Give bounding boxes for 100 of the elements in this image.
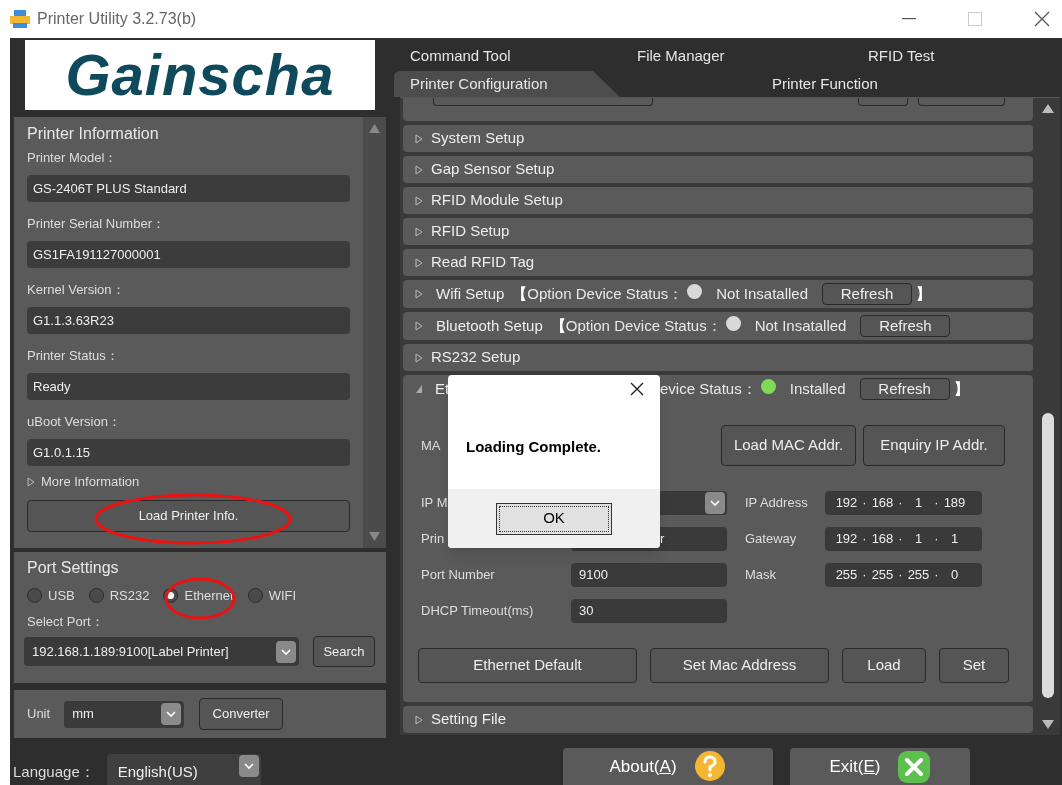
section-title: RS232 Setup (431, 347, 521, 368)
dropdown-chevron-icon[interactable] (161, 703, 182, 725)
port-radio[interactable]: RS232 (88, 586, 150, 606)
status-text: Not Insatalled (754, 315, 847, 336)
field-label: Gateway (745, 530, 798, 549)
field-label: Kernel Version： (27, 281, 126, 299)
section-row[interactable]: Read RFID Tag (403, 249, 1033, 276)
port-radio[interactable]: USB (27, 586, 75, 606)
unit-dropdown[interactable]: mm (64, 700, 185, 728)
more-information-toggle[interactable]: More Information (27, 472, 140, 492)
scroll-up-icon[interactable] (1042, 104, 1054, 113)
section-row[interactable]: Bluetooth Setup 【Option Device Status： Not Insatalled Refresh (403, 312, 1033, 340)
tab[interactable]: Command Tool (410, 46, 511, 64)
info-field: G1.0.1.15 (27, 439, 350, 466)
section-row[interactable]: Wifi Setup 【Option Device Status： Not Insatalled Refresh 】 (403, 280, 1033, 308)
info-field: GS1FA191127000001 (27, 241, 350, 268)
converter-button[interactable]: Converter (199, 698, 284, 730)
printer-icon (9, 9, 31, 29)
about-button[interactable]: About(A) (563, 748, 773, 785)
close-icon[interactable] (1034, 11, 1050, 27)
scroll-up-icon[interactable] (369, 124, 380, 133)
tab[interactable]: Printer Configuration (394, 71, 620, 97)
bracket: 【 (550, 315, 566, 336)
info-field: GS-2406T PLUS Standard (27, 175, 350, 202)
tab[interactable]: Printer Function (768, 71, 882, 97)
language-dropdown[interactable]: English(US) (106, 754, 261, 785)
action-button[interactable]: Ethernet Default (418, 648, 637, 683)
help-icon (692, 749, 727, 784)
expand-triangle-icon (27, 476, 35, 487)
input-field[interactable]: 9100 (571, 563, 727, 587)
section-row[interactable]: RFID Setup (403, 218, 1033, 245)
close-icon[interactable] (630, 382, 644, 396)
load-printer-info-button[interactable]: Load Printer Info. (27, 499, 350, 532)
action-button[interactable]: Load (842, 648, 926, 683)
field-label: Printer Serial Number： (27, 215, 166, 233)
ip-field[interactable]: 192 · 168 · 1 · 1 (825, 527, 982, 551)
expand-triangle-icon (415, 133, 423, 144)
tab[interactable]: File Manager (637, 46, 725, 64)
info-field: Ready (27, 373, 350, 400)
section-title: Read RFID Tag (431, 252, 535, 273)
scroll-down-icon[interactable] (1042, 720, 1054, 729)
field-label: Prin (421, 530, 446, 549)
logo: Gainscha (25, 40, 375, 110)
section-row[interactable]: System Setup (403, 125, 1033, 152)
status-label: Option Device Status： (565, 315, 722, 336)
action-button[interactable]: Set Mac Address (650, 648, 829, 683)
window-title: Printer Utility 3.2.73(b) (37, 9, 197, 29)
expand-triangle-icon (415, 226, 423, 237)
expand-triangle-icon (415, 289, 423, 299)
section-row[interactable]: Gap Sensor Setup (403, 156, 1033, 183)
panel-title: Printer Information (27, 124, 160, 144)
status-label: Option Device Status： (527, 283, 684, 304)
section-title: RFID Setup (431, 221, 510, 242)
section-title: Bluetooth Setup (436, 315, 543, 336)
dropdown-chevron-icon[interactable] (705, 492, 725, 514)
field-label: Select Port： (27, 612, 105, 631)
expand-triangle-icon (415, 164, 423, 175)
section-title: RFID Module Setup (431, 190, 563, 211)
close-icon (896, 749, 931, 784)
expand-triangle-icon (415, 321, 423, 331)
action-button[interactable]: Set (939, 648, 1009, 683)
section-title: Et (435, 378, 450, 399)
dropdown-chevron-icon[interactable] (238, 755, 259, 777)
search-button[interactable]: Search (313, 636, 375, 667)
field-label: Unit (27, 705, 51, 724)
field-label: IP Address (745, 494, 809, 513)
dropdown-chevron-icon[interactable] (276, 640, 296, 663)
expand-triangle-icon (415, 384, 423, 394)
section-row[interactable]: RS232 Setup (403, 344, 1033, 371)
exit-button[interactable]: Exit(E) (790, 748, 970, 785)
panel-title: Port Settings (27, 558, 120, 578)
bracket: 】 (916, 283, 931, 304)
input-field[interactable]: 30 (571, 599, 727, 623)
load-mac-button[interactable]: Load MAC Addr. (721, 425, 856, 466)
expand-triangle-icon (415, 352, 423, 363)
field-label: DHCP Timeout(ms) (421, 602, 535, 621)
section-row[interactable]: Setting File (403, 706, 1033, 733)
refresh-button[interactable]: Refresh (822, 283, 912, 305)
field-label: MA (421, 436, 441, 455)
scrollbar-thumb[interactable] (1042, 413, 1054, 698)
scroll-down-icon[interactable] (369, 532, 380, 541)
minimize-icon[interactable] (902, 18, 916, 20)
section-title: Setting File (431, 709, 507, 730)
status-text: Installed (789, 378, 846, 399)
dialog-message: Loading Complete. (466, 437, 601, 457)
language-label: Language： (13, 761, 95, 782)
ip-field[interactable]: 192 · 168 · 1 · 189 (825, 491, 982, 515)
expand-triangle-icon (415, 714, 423, 725)
refresh-button[interactable]: Refresh (860, 315, 951, 337)
section-title: Gap Sensor Setup (431, 159, 555, 180)
port-dropdown[interactable]: 192.168.1.189:9100[Label Printer] (24, 637, 299, 666)
bracket: 【 (512, 283, 528, 304)
tab[interactable]: RFID Test (868, 46, 935, 64)
refresh-button[interactable]: Refresh (859, 378, 950, 400)
enquiry-ip-button[interactable]: Enquiry IP Addr. (863, 425, 1005, 466)
port-radio[interactable]: WIFI (247, 586, 297, 606)
section-row[interactable]: RFID Module Setup (403, 187, 1033, 214)
ip-field[interactable]: 255 · 255 · 255 · 0 (825, 563, 982, 587)
ok-button[interactable]: OK (496, 502, 612, 535)
info-field: G1.1.3.63R23 (27, 307, 350, 334)
